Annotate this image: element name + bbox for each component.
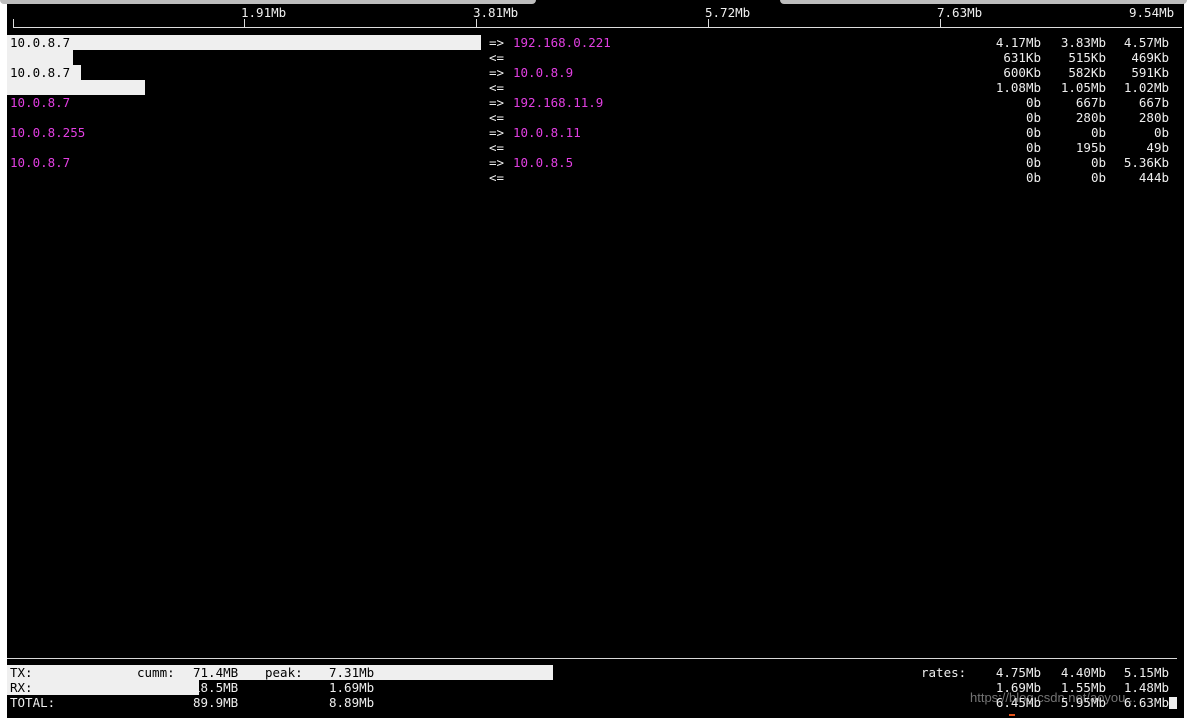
rate-10s: 280b [1075,110,1106,125]
scale-line [13,27,1182,28]
peer-host: 10.0.8.9 [513,65,574,80]
connection-row-send[interactable]: 10.0.8.7 => 192.168.0.221 4.17Mb 3.83Mb … [7,35,1175,50]
rate-2s: 600Kb [1003,65,1041,80]
rate-40s: 4.57Mb [1123,35,1169,50]
send-direction: => [489,95,505,110]
send-direction: => [489,125,505,140]
rate-2s: 631Kb [1003,50,1041,65]
connection-row-recv[interactable]: <= 1.08Mb 1.05Mb 1.02Mb [7,80,1175,95]
rate-40s: 280b [1138,110,1169,125]
tx-rate-10s: 4.40Mb [1060,665,1106,680]
scale-label-2: 3.81Mb [473,5,519,20]
connection-row-recv[interactable]: <= 0b 195b 49b [7,140,1175,155]
small-marker [1009,714,1015,716]
scale-label-3: 5.72Mb [705,5,751,20]
rate-40s: 1.02Mb [1123,80,1169,95]
recv-direction: <= [489,80,505,95]
peer-host: 10.0.8.11 [513,125,581,140]
connection-row-send[interactable]: 10.0.8.7 => 10.0.8.9 600Kb 582Kb 591Kb [7,65,1175,80]
rate-40s: 469Kb [1131,50,1169,65]
footer-divider [7,658,1177,659]
source-host: 10.0.8.7 [10,35,71,50]
scale-tick-1 [244,19,245,27]
recv-direction: <= [489,170,505,185]
scale-tick-start [13,19,14,27]
text-cursor [1169,697,1177,709]
recv-direction: <= [489,50,505,65]
source-host: 10.0.8.7 [10,155,71,170]
rate-2s: 0b [1025,110,1041,125]
rate-10s: 3.83Mb [1060,35,1106,50]
source-host: 10.0.8.7 [10,95,71,110]
rate-2s: 0b [1025,95,1041,110]
rate-10s: 195b [1075,140,1106,155]
peer-host: 192.168.11.9 [513,95,604,110]
rate-10s: 0b [1090,155,1106,170]
peer-host: 192.168.0.221 [513,35,611,50]
rate-2s: 4.17Mb [995,35,1041,50]
rate-40s: 591Kb [1131,65,1169,80]
recv-direction: <= [489,140,505,155]
rate-40s: 444b [1138,170,1169,185]
source-host: 10.0.8.7 [10,65,71,80]
tx-rates-row: 4.75Mb 4.40Mb 5.15Mb [7,665,1175,680]
rate-40s: 5.36Kb [1123,155,1169,170]
terminal-left-border [0,0,7,718]
rate-40s: 0b [1153,125,1169,140]
tx-rate-40s: 5.15Mb [1123,665,1169,680]
connection-row-send[interactable]: 10.0.8.255 => 10.0.8.11 0b 0b 0b [7,125,1175,140]
rate-10s: 515Kb [1068,50,1106,65]
scale-label-1: 1.91Mb [241,5,287,20]
rate-2s: 0b [1025,140,1041,155]
rate-10s: 1.05Mb [1060,80,1106,95]
rate-10s: 667b [1075,95,1106,110]
send-direction: => [489,35,505,50]
rate-40s: 667b [1138,95,1169,110]
scale-label-4: 7.63Mb [937,5,983,20]
scale-label-5: 9.54Mb [1129,5,1175,20]
tx-rate-2s: 4.75Mb [995,665,1041,680]
send-direction: => [489,65,505,80]
scale-tick-2 [476,19,477,27]
terminal-window: 1.91Mb 3.81Mb 5.72Mb 7.63Mb 9.54Mb 10.0.… [0,0,1187,718]
connection-row-recv[interactable]: <= 0b 0b 444b [7,170,1175,185]
rate-2s: 0b [1025,155,1041,170]
rate-2s: 1.08Mb [995,80,1041,95]
rate-10s: 0b [1090,125,1106,140]
connection-row-recv[interactable]: <= 631Kb 515Kb 469Kb [7,50,1175,65]
rate-10s: 582Kb [1068,65,1106,80]
connection-row-send[interactable]: 10.0.8.7 => 192.168.11.9 0b 667b 667b [7,95,1175,110]
scale-tick-4 [940,19,941,27]
scale-tick-3 [708,19,709,27]
watermark: https://blog.csdn.net/aoyou... [970,690,1137,705]
recv-direction: <= [489,110,505,125]
peer-host: 10.0.8.5 [513,155,574,170]
connection-row-recv[interactable]: <= 0b 280b 280b [7,110,1175,125]
rate-2s: 0b [1025,170,1041,185]
rate-40s: 49b [1146,140,1169,155]
rate-2s: 0b [1025,125,1041,140]
rate-10s: 0b [1090,170,1106,185]
send-direction: => [489,155,505,170]
source-host: 10.0.8.255 [10,125,86,140]
connection-row-send[interactable]: 10.0.8.7 => 10.0.8.5 0b 0b 5.36Kb [7,155,1175,170]
bandwidth-scale: 1.91Mb 3.81Mb 5.72Mb 7.63Mb 9.54Mb [7,4,1184,29]
